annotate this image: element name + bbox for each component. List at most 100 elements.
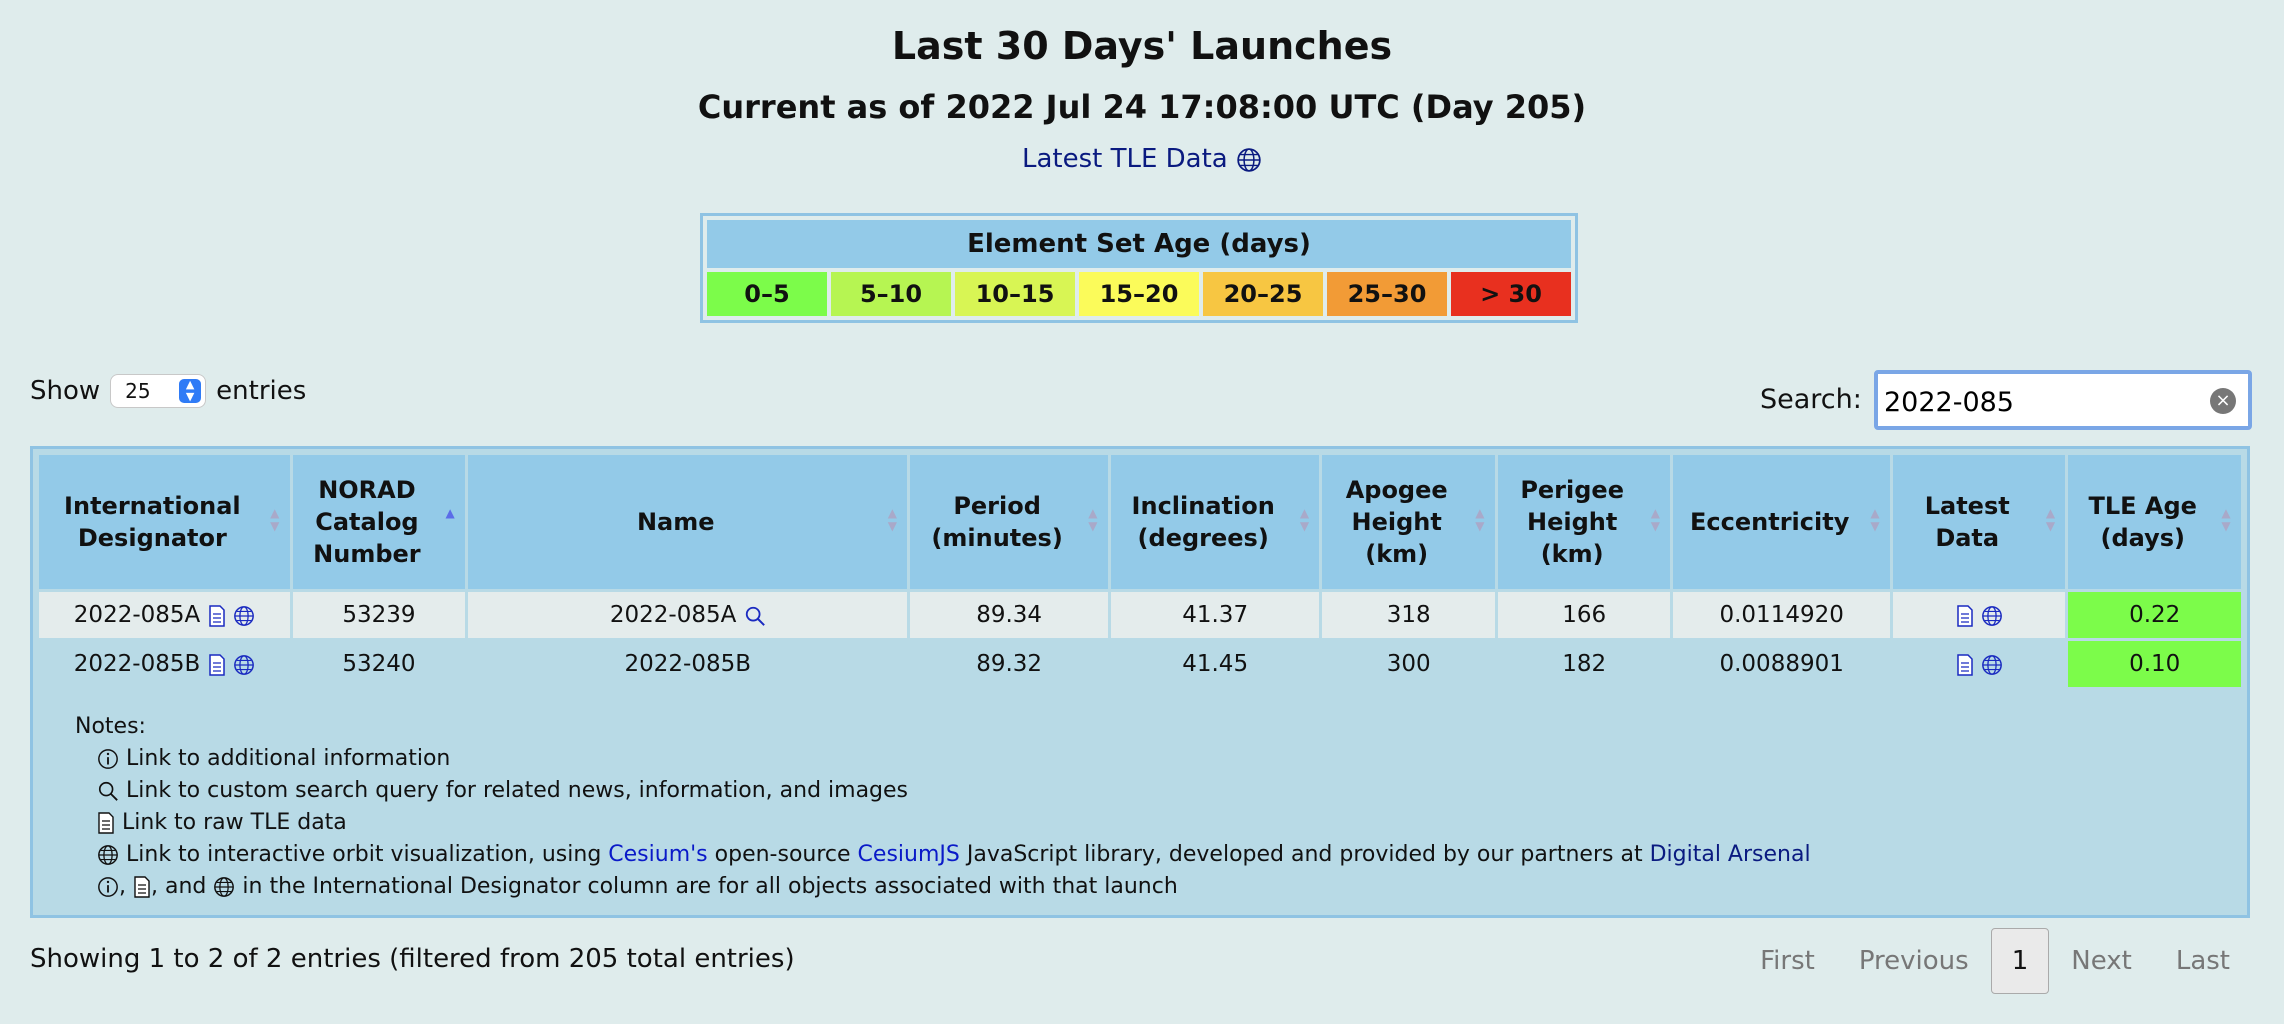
- note-orbit-visualization: Link to interactive orbit visualization,…: [75, 839, 1811, 871]
- pagination-page-1[interactable]: 1: [1990, 928, 2050, 994]
- search-label: Search:: [1760, 384, 1862, 415]
- legend-cell-5-10: 5–10: [831, 272, 951, 316]
- cell-apogee: 318: [1322, 592, 1495, 638]
- legend-cell-15-20: 15–20: [1079, 272, 1199, 316]
- info-icon: [98, 877, 118, 897]
- digital-arsenal-link[interactable]: Digital Arsenal: [1650, 842, 1811, 867]
- legend-cell-0-5: 0–5: [707, 272, 827, 316]
- show-entries-control: Show 25 ▲ ▼ entries: [30, 374, 306, 408]
- legend-cell-20-25: 20–25: [1203, 272, 1323, 316]
- col-norad-catalog-number[interactable]: NORAD Catalog Number ▲: [292, 455, 466, 589]
- notes-section: Notes: Link to additional information Li…: [75, 711, 1811, 903]
- sort-arrows-icon: ▲ ▼: [2221, 506, 2231, 533]
- sort-ascending-icon: ▲: [445, 506, 455, 520]
- cell-latest-data: [1892, 592, 2066, 638]
- cell-eccentricity: 0.0114920: [1673, 592, 1890, 638]
- col-inclination[interactable]: Inclination (degrees) ▲ ▼: [1110, 455, 1320, 589]
- table-status: Showing 1 to 2 of 2 entries (filtered fr…: [30, 944, 795, 974]
- document-icon[interactable]: [208, 604, 226, 627]
- search-icon[interactable]: [744, 605, 766, 627]
- entries-select-value: 25: [125, 379, 151, 403]
- note-info: Link to additional information: [75, 743, 1811, 775]
- entries-select[interactable]: 25 ▲ ▼: [110, 374, 207, 408]
- col-tle-age[interactable]: TLE Age (days) ▲ ▼: [2068, 455, 2241, 589]
- pagination-first[interactable]: First: [1738, 929, 1837, 993]
- sort-arrows-icon: ▲ ▼: [1475, 506, 1485, 533]
- col-perigee-height[interactable]: Perigee Height (km) ▲ ▼: [1497, 455, 1671, 589]
- cell-perigee: 182: [1497, 641, 1671, 687]
- col-international-designator[interactable]: International Designator ▲ ▼: [39, 455, 290, 589]
- sort-arrows-icon: ▲ ▼: [1088, 506, 1098, 533]
- col-eccentricity[interactable]: Eccentricity ▲ ▼: [1673, 455, 1890, 589]
- search-input[interactable]: [1880, 378, 2206, 426]
- page-subtitle: Current as of 2022 Jul 24 17:08:00 UTC (…: [697, 88, 1587, 126]
- show-label: Show: [30, 376, 101, 406]
- note-search: Link to custom search query for related …: [75, 775, 1811, 807]
- document-icon[interactable]: [1956, 653, 1974, 676]
- col-name[interactable]: Name ▲ ▼: [468, 455, 908, 589]
- page-title: Last 30 Days' Launches: [891, 24, 1393, 68]
- cell-norad: 53239: [292, 592, 466, 638]
- cell-tle-age: 0.22: [2068, 592, 2241, 638]
- legend-cell-25-30: 25–30: [1327, 272, 1447, 316]
- sort-arrows-icon: ▲ ▼: [1650, 506, 1660, 533]
- globe-icon: [214, 877, 235, 897]
- pagination-next[interactable]: Next: [2049, 929, 2154, 993]
- col-apogee-height[interactable]: Apogee Height (km) ▲ ▼: [1322, 455, 1495, 589]
- pagination-previous[interactable]: Previous: [1837, 929, 1991, 993]
- pagination-last[interactable]: Last: [2154, 929, 2252, 993]
- info-icon: [98, 749, 118, 769]
- search-box[interactable]: ×: [1874, 370, 2252, 430]
- globe-icon: [98, 845, 118, 865]
- select-chevron-icon: ▲ ▼: [179, 379, 202, 403]
- col-period[interactable]: Period (minutes) ▲ ▼: [910, 455, 1108, 589]
- cesium-link[interactable]: Cesium's: [608, 842, 707, 867]
- globe-icon[interactable]: [1981, 605, 2003, 627]
- table-row: 2022-085A 53239 2022-085A 89.34 41.37 31…: [39, 592, 2241, 638]
- note-intl-designator-icons: , , and in the International Designator …: [75, 871, 1811, 903]
- document-icon[interactable]: [208, 653, 226, 676]
- cell-period: 89.34: [910, 592, 1108, 638]
- note-raw-tle: Link to raw TLE data: [75, 807, 1811, 839]
- cesiumjs-link[interactable]: CesiumJS: [858, 842, 960, 867]
- col-latest-data[interactable]: Latest Data ▲ ▼: [1892, 455, 2066, 589]
- launches-table-frame: International Designator ▲ ▼ NORAD Catalog…: [30, 446, 2250, 918]
- sort-arrows-icon: ▲ ▼: [1870, 506, 1880, 533]
- globe-icon[interactable]: [233, 654, 255, 676]
- pagination: First Previous 1 Next Last: [1738, 928, 2252, 994]
- notes-title: Notes:: [75, 714, 146, 739]
- document-icon: [98, 812, 114, 834]
- cell-eccentricity: 0.0088901: [1673, 641, 1890, 687]
- element-set-age-legend: Element Set Age (days) 0–5 5–10 10–15 15…: [700, 213, 1578, 323]
- cell-period: 89.32: [910, 641, 1108, 687]
- document-icon: [134, 876, 150, 898]
- sort-arrows-icon: ▲ ▼: [887, 506, 897, 533]
- cell-inclination: 41.37: [1110, 592, 1320, 638]
- cell-name: 2022-085B: [468, 641, 908, 687]
- document-icon[interactable]: [1956, 604, 1974, 627]
- cell-apogee: 300: [1322, 641, 1495, 687]
- table-row: 2022-085B 53240 2022-085B 89.32 41.45 30…: [39, 641, 2241, 687]
- legend-title: Element Set Age (days): [707, 220, 1571, 268]
- cell-latest-data: [1892, 641, 2066, 687]
- globe-icon[interactable]: [233, 605, 255, 627]
- globe-icon[interactable]: [1981, 654, 2003, 676]
- cell-inclination: 41.45: [1110, 641, 1320, 687]
- legend-cell-over-30: > 30: [1451, 272, 1571, 316]
- cell-tle-age: 0.10: [2068, 641, 2241, 687]
- latest-tle-link[interactable]: Latest TLE Data: [0, 144, 2284, 174]
- globe-icon[interactable]: [1236, 147, 1262, 173]
- sort-arrows-icon: ▲ ▼: [1299, 506, 1310, 533]
- sort-arrows-icon: ▲ ▼: [270, 506, 280, 533]
- cell-name: 2022-085A: [468, 592, 908, 638]
- search-icon: [98, 781, 118, 801]
- sort-arrows-icon: ▲ ▼: [2045, 506, 2056, 533]
- latest-tle-link-text[interactable]: Latest TLE Data: [1022, 144, 1228, 174]
- cell-intl-designator: 2022-085A: [39, 592, 290, 638]
- cell-intl-designator: 2022-085B: [39, 641, 290, 687]
- clear-search-icon[interactable]: ×: [2210, 388, 2236, 414]
- cell-norad: 53240: [292, 641, 466, 687]
- cell-perigee: 166: [1497, 592, 1671, 638]
- entries-label: entries: [216, 376, 307, 406]
- legend-cell-10-15: 10–15: [955, 272, 1075, 316]
